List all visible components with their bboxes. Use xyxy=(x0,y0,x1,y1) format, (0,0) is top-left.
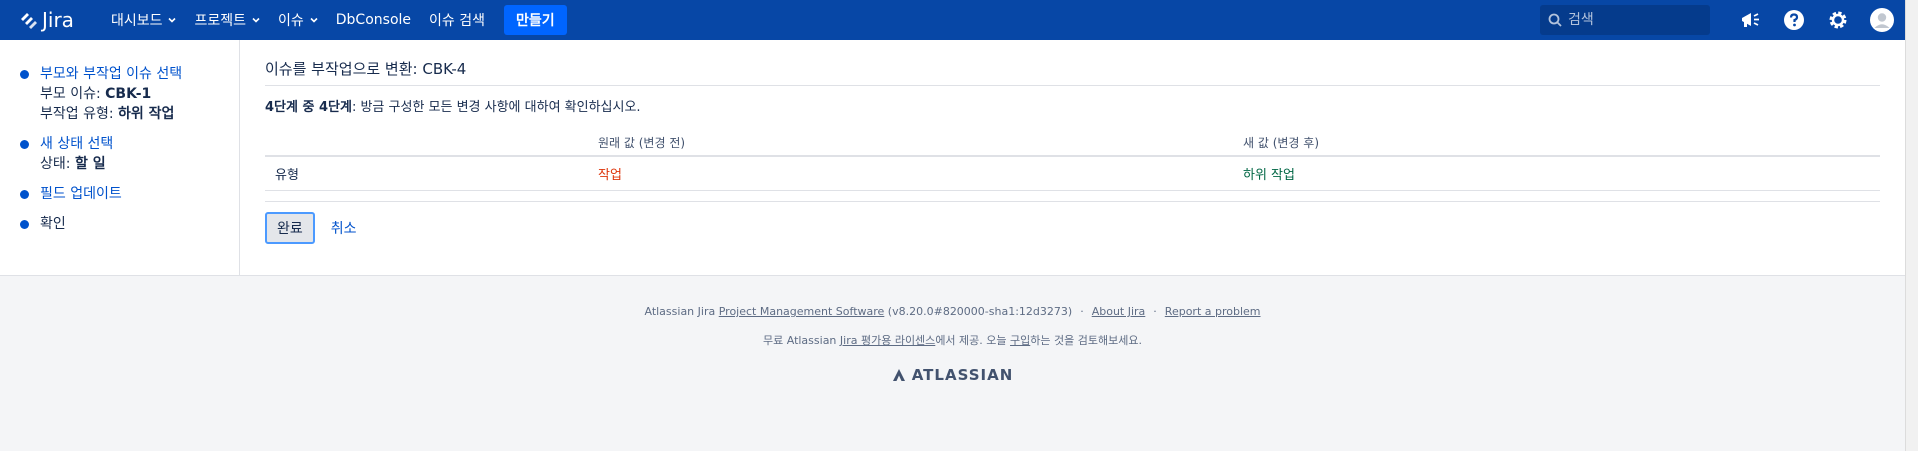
step-bullet xyxy=(20,190,29,199)
gear-icon xyxy=(1829,11,1847,29)
step-confirm: 확인 xyxy=(0,214,239,234)
nav-label: 이슈 검색 xyxy=(429,13,485,29)
detail-label: 부모 이슈: xyxy=(40,86,106,102)
report-problem-link[interactable]: Report a problem xyxy=(1165,305,1261,318)
search-icon xyxy=(1548,13,1562,27)
jira-logo-text: Jira xyxy=(42,8,74,32)
nav-dashboards[interactable]: 대시보드 xyxy=(102,0,186,40)
pms-link[interactable]: Project Management Software xyxy=(719,305,885,318)
finish-button[interactable]: 완료 xyxy=(265,212,315,244)
step-bullet xyxy=(20,70,29,79)
footer-text: Atlassian Jira xyxy=(644,305,719,318)
settings-button[interactable] xyxy=(1816,0,1860,40)
footer-license-line: 무료 Atlassian Jira 평가용 라이센스에서 제공. 오늘 구입하는… xyxy=(0,332,1905,348)
step-current: 확인 xyxy=(40,216,66,232)
detail-label: 상태: xyxy=(40,156,75,172)
header-tools xyxy=(1540,0,1918,40)
step-select-status: 새 상태 선택 상태: 할 일 xyxy=(0,134,239,174)
notifications-button[interactable] xyxy=(1728,0,1772,40)
step-select-parent: 부모와 부작업 이슈 선택 부모 이슈: CBK-1 부작업 유형: 하위 작업 xyxy=(0,64,239,124)
header-new-value: 새 값 (변경 후) xyxy=(1243,135,1320,150)
nav-label: 이슈 xyxy=(278,13,304,29)
step-detail: 부모 이슈: CBK-1 xyxy=(40,84,239,104)
detail-value: 할 일 xyxy=(74,156,106,172)
table-row: 유형 작업 하위 작업 xyxy=(265,157,1880,191)
megaphone-icon xyxy=(1742,13,1759,27)
page-scrollbar[interactable] xyxy=(1905,0,1918,451)
chevron-down-icon xyxy=(168,17,177,23)
detail-label: 부작업 유형: xyxy=(40,106,119,122)
detail-value: CBK-1 xyxy=(105,86,152,102)
header-old-value: 원래 값 (변경 전) xyxy=(598,135,686,150)
separator: · xyxy=(1153,305,1157,318)
buy-link[interactable]: 구입 xyxy=(1010,334,1030,347)
jira-logo[interactable]: Jira xyxy=(18,0,74,40)
field-name: 유형 xyxy=(275,168,299,183)
help-button[interactable] xyxy=(1772,0,1816,40)
cancel-link[interactable]: 취소 xyxy=(331,218,357,238)
version-text: (v8.20.0#820000-sha1:12d3273) xyxy=(884,305,1073,318)
form-actions: 완료 취소 xyxy=(265,201,1880,244)
nav-dbconsole[interactable]: DbConsole xyxy=(327,0,420,40)
step-detail: 부작업 유형: 하위 작업 xyxy=(40,104,239,124)
create-button[interactable]: 만들기 xyxy=(504,5,567,35)
step-link[interactable]: 필드 업데이트 xyxy=(40,184,239,204)
footer-text: 하는 것을 검토해보세요. xyxy=(1030,334,1142,347)
step-detail: 상태: 할 일 xyxy=(40,154,239,174)
step-link[interactable]: 새 상태 선택 xyxy=(40,134,239,154)
new-value: 하위 작업 xyxy=(1243,168,1295,183)
footer-text: 무료 Atlassian xyxy=(763,334,840,347)
top-navigation-bar: Jira 대시보드 프로젝트 이슈 DbConsole 이슈 검색 만들기 xyxy=(0,0,1918,40)
nav-label: DbConsole xyxy=(335,12,412,28)
search-input[interactable] xyxy=(1568,12,1698,28)
main-content: 이슈를 부작업으로 변환: CBK-4 4단계 중 4단계: 방금 구성한 모든… xyxy=(265,58,1880,244)
detail-value: 하위 작업 xyxy=(118,106,175,122)
search-box[interactable] xyxy=(1540,5,1710,35)
footer-text: 에서 제공. 오늘 xyxy=(935,334,1011,347)
about-jira-link[interactable]: About Jira xyxy=(1092,305,1146,318)
chevron-down-icon xyxy=(310,17,318,23)
footer: Atlassian Jira Project Management Softwa… xyxy=(0,277,1905,384)
step-update-fields: 필드 업데이트 xyxy=(0,184,239,204)
nav-label: 대시보드 xyxy=(110,13,163,29)
nav-label: 프로젝트 xyxy=(194,13,246,29)
step-bullet xyxy=(20,220,29,229)
nav-issue-search[interactable]: 이슈 검색 xyxy=(420,0,494,40)
atlassian-logo[interactable]: ATLASSIAN xyxy=(0,366,1905,384)
nav-issues[interactable]: 이슈 xyxy=(269,0,327,40)
profile-button[interactable] xyxy=(1860,0,1904,40)
step-description: 4단계 중 4단계: 방금 구성한 모든 변경 사항에 대하여 확인하십시오. xyxy=(265,96,1880,115)
atlassian-wordmark: ATLASSIAN xyxy=(911,366,1014,384)
changes-table: 원래 값 (변경 전) 새 값 (변경 후) 유형 작업 하위 작업 xyxy=(265,129,1880,191)
step-prefix: 4단계 중 4단계 xyxy=(265,100,352,115)
nav-projects[interactable]: 프로젝트 xyxy=(185,0,269,40)
main-nav: 대시보드 프로젝트 이슈 DbConsole 이슈 검색 만들기 xyxy=(102,0,567,40)
atlassian-logo-icon xyxy=(892,369,905,381)
content-panel: 부모와 부작업 이슈 선택 부모 이슈: CBK-1 부작업 유형: 하위 작업… xyxy=(0,40,1905,276)
avatar xyxy=(1870,8,1894,32)
old-value: 작업 xyxy=(598,168,622,183)
step-bullet xyxy=(20,140,29,149)
step-link[interactable]: 부모와 부작업 이슈 선택 xyxy=(40,64,239,84)
evaluation-license-link[interactable]: Jira 평가용 라이센스 xyxy=(840,334,935,347)
separator: · xyxy=(1080,305,1084,318)
wizard-steps-sidebar: 부모와 부작업 이슈 선택 부모 이슈: CBK-1 부작업 유형: 하위 작업… xyxy=(0,40,240,276)
footer-version-line: Atlassian Jira Project Management Softwa… xyxy=(0,305,1905,318)
jira-logo-icon xyxy=(21,13,37,29)
step-text: : 방금 구성한 모든 변경 사항에 대하여 확인하십시오. xyxy=(351,100,641,115)
page-title: 이슈를 부작업으로 변환: CBK-4 xyxy=(265,58,1880,86)
table-header: 원래 값 (변경 전) 새 값 (변경 후) xyxy=(265,129,1880,157)
chevron-down-icon xyxy=(252,17,260,23)
help-icon xyxy=(1784,10,1804,30)
